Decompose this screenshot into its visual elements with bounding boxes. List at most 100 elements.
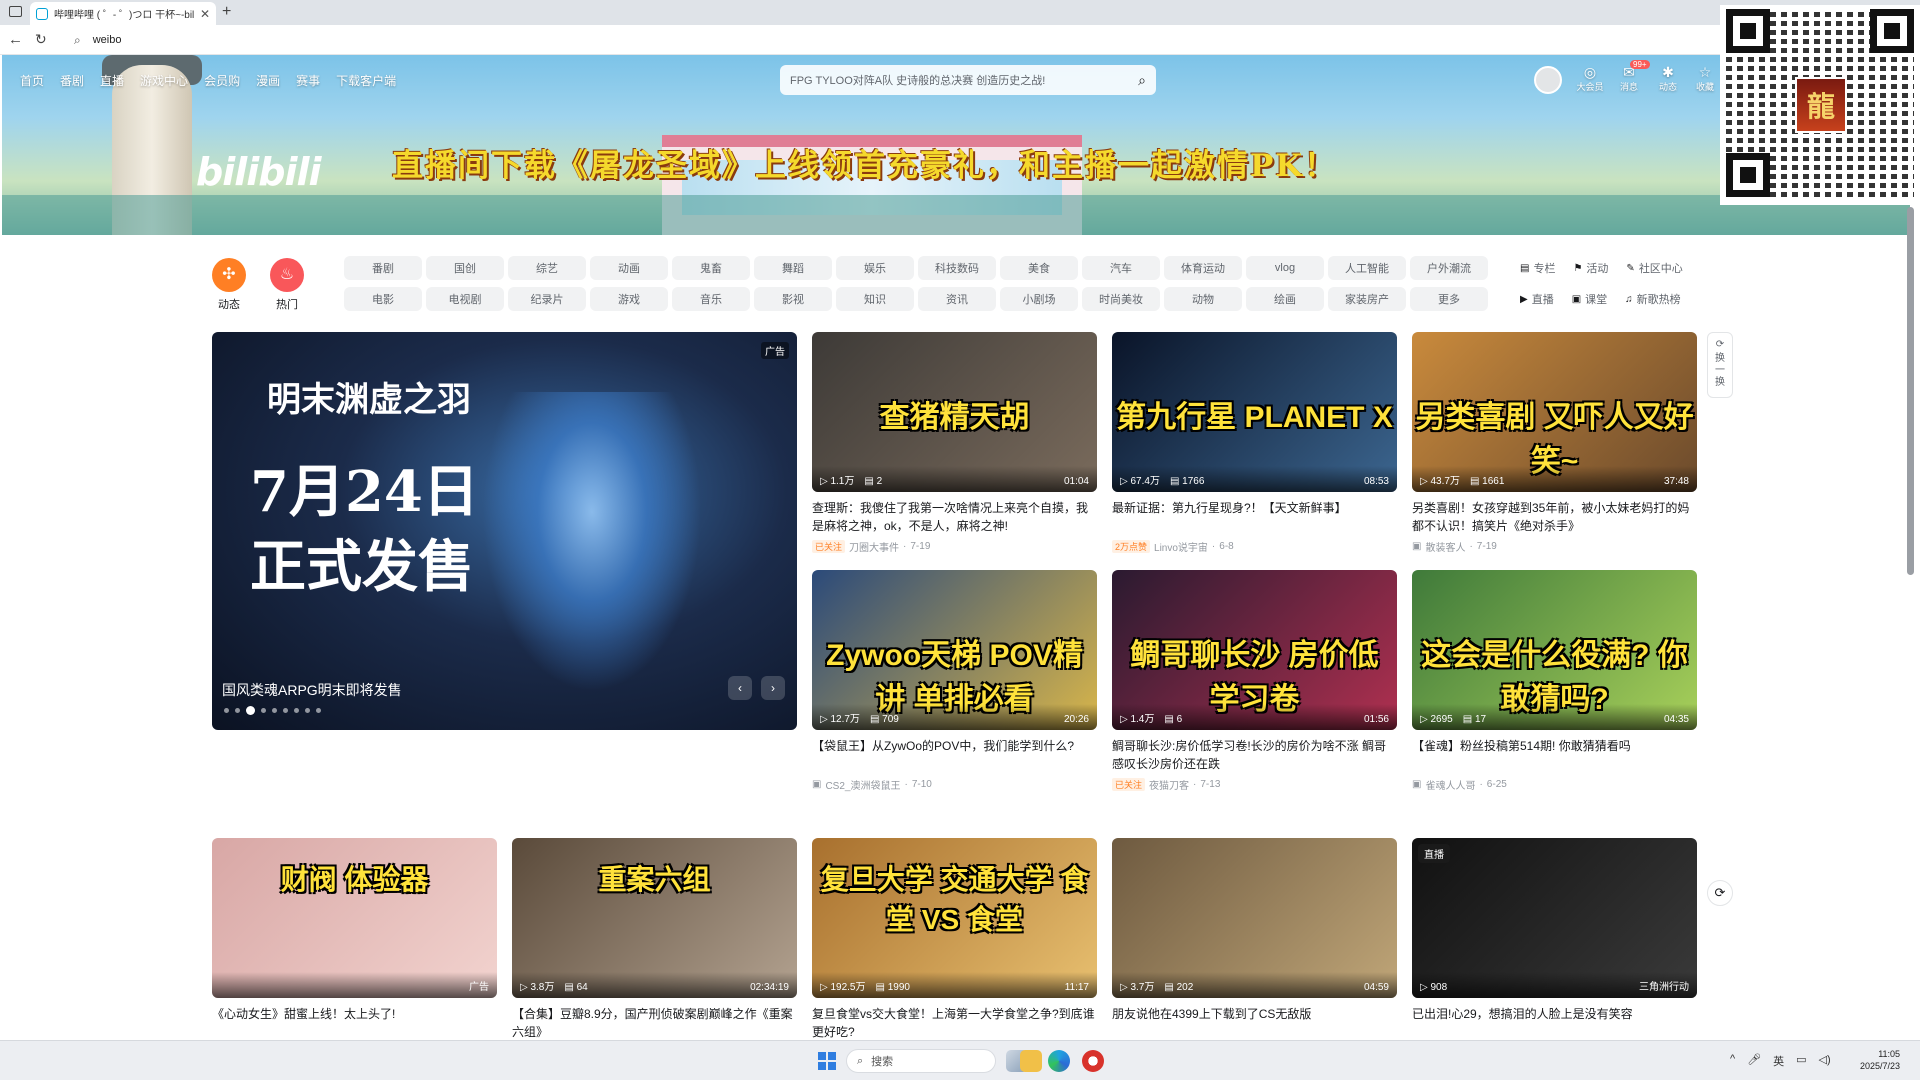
video-thumbnail[interactable]: ▷ 3.7万 ▤ 202 04:59 bbox=[1112, 838, 1397, 998]
network-icon[interactable]: ▭ bbox=[1796, 1053, 1806, 1069]
reload-icon[interactable]: ↻ bbox=[35, 31, 47, 48]
video-thumbnail[interactable]: 复旦大学 交通大学 食堂 VS 食堂 ▷ 192.5万 ▤ 1990 11:17 bbox=[812, 838, 1097, 998]
new-tab-icon[interactable]: + bbox=[222, 3, 231, 21]
nav-favorite[interactable]: ☆ 收藏 bbox=[1688, 64, 1722, 93]
channel-chip-row2-7[interactable]: 资讯 bbox=[918, 287, 996, 311]
video-title[interactable]: 朋友说他在4399上下载到了CS无敌版 bbox=[1112, 1005, 1397, 1041]
channel-chip-row2-0[interactable]: 电影 bbox=[344, 287, 422, 311]
windows-start-icon[interactable] bbox=[818, 1052, 836, 1070]
video-card[interactable]: 查猪精天胡 ▷ 1.1万 ▤ 2 01:04 查理斯：我傻住了我第一次啥情况上来… bbox=[812, 332, 1097, 554]
bilibili-logo[interactable]: bilibili bbox=[196, 150, 322, 194]
channel-chip-row1-11[interactable]: vlog bbox=[1246, 256, 1324, 280]
channel-chip-row2-6[interactable]: 知识 bbox=[836, 287, 914, 311]
nav-item-anime[interactable]: 番剧 bbox=[60, 72, 84, 89]
channel-chip-row2-9[interactable]: 时尚美妆 bbox=[1082, 287, 1160, 311]
video-author[interactable]: 刀圈大事件 bbox=[849, 539, 899, 554]
video-card[interactable]: 另类喜剧 又吓人又好笑~ ▷ 43.7万 ▤ 1661 37:48 另类喜剧！女… bbox=[1412, 332, 1697, 554]
microphone-icon[interactable]: 🎤︎ bbox=[1747, 1053, 1761, 1069]
nav-item-shop[interactable]: 会员购 bbox=[204, 72, 240, 89]
carousel-caption[interactable]: 国风类魂ARPG明末即将发售 bbox=[222, 680, 402, 700]
video-author[interactable]: 散装客人 bbox=[1425, 539, 1465, 554]
video-thumbnail[interactable]: 这会是什么役满? 你敢猜吗? ▷ 2695 ▤ 17 04:35 bbox=[1412, 570, 1697, 730]
video-title[interactable]: 《心动女生》甜蜜上线！太上头了! bbox=[212, 1005, 497, 1041]
video-card[interactable]: 鲷哥聊长沙 房价低 学习卷 ▷ 1.4万 ▤ 6 01:56 鲷哥聊长沙:房价低… bbox=[1112, 570, 1397, 792]
video-thumbnail[interactable]: 第九行星 PLANET X ▷ 67.4万 ▤ 1766 08:53 bbox=[1112, 332, 1397, 492]
side-link-live[interactable]: ▶ 直播 bbox=[1520, 291, 1554, 307]
channel-chip-row1-1[interactable]: 国创 bbox=[426, 256, 504, 280]
channel-chip-row1-7[interactable]: 科技数码 bbox=[918, 256, 996, 280]
file-explorer-icon[interactable] bbox=[1020, 1050, 1042, 1072]
channel-chip-row1-0[interactable]: 番剧 bbox=[344, 256, 422, 280]
carousel-dot[interactable] bbox=[246, 706, 255, 715]
channel-chip-row1-13[interactable]: 户外潮流 bbox=[1410, 256, 1488, 280]
app-icon[interactable] bbox=[1082, 1050, 1104, 1072]
nav-item-game-center[interactable]: 游戏中心 bbox=[140, 72, 188, 89]
video-card[interactable]: 复旦大学 交通大学 食堂 VS 食堂 ▷ 192.5万 ▤ 1990 11:17… bbox=[812, 838, 1097, 1041]
video-card[interactable]: ▷ 3.7万 ▤ 202 04:59 朋友说他在4399上下载到了CS无敌版 bbox=[1112, 838, 1397, 1041]
nav-item-live[interactable]: 直播 bbox=[100, 72, 124, 89]
banner-ad-text[interactable]: 直播间下载《屠龙圣域》上线领首充豪礼，和主播一起激情PK！ bbox=[392, 140, 1337, 185]
page-scrollbar[interactable] bbox=[1907, 207, 1914, 575]
video-title[interactable]: 复旦食堂vs交大食堂！上海第一大学食堂之争?到底谁更好吃? bbox=[812, 1005, 1097, 1041]
video-card[interactable]: 直播 ▷ 908 三角洲行动 已出泪!心29，想搞泪的人脸上是没有笑容 直播中 bbox=[1412, 838, 1697, 1060]
side-link-community[interactable]: ✎ 社区中心 bbox=[1626, 260, 1682, 276]
channel-chip-row1-3[interactable]: 动画 bbox=[590, 256, 668, 280]
video-thumbnail[interactable]: 查猪精天胡 ▷ 1.1万 ▤ 2 01:04 bbox=[812, 332, 1097, 492]
video-card[interactable]: 这会是什么役满? 你敢猜吗? ▷ 2695 ▤ 17 04:35 【雀魂】粉丝投… bbox=[1412, 570, 1697, 792]
video-title[interactable]: 鲷哥聊长沙:房价低学习卷!长沙的房价为啥不涨 鲷哥感叹长沙房价还在跌 bbox=[1112, 737, 1397, 773]
search-icon[interactable]: ⌕ bbox=[1138, 72, 1146, 89]
search-input[interactable]: FPG TYLOO对阵A队 史诗般的总决赛 创造历史之战! ⌕ bbox=[780, 65, 1156, 95]
taskbar-clock[interactable]: 11:05 2025/7/23 bbox=[1860, 1048, 1900, 1072]
carousel-dot[interactable] bbox=[316, 708, 321, 713]
channel-dynamic[interactable]: ✣ 动态 bbox=[211, 258, 247, 312]
video-title[interactable]: 【袋鼠王】从ZywOo的POV中，我们能学到什么? bbox=[812, 737, 1097, 773]
nav-item-match[interactable]: 赛事 bbox=[296, 72, 320, 89]
carousel-prev-button[interactable]: ‹ bbox=[728, 676, 752, 700]
nav-vip[interactable]: ◎ 大会员 bbox=[1573, 64, 1607, 93]
tray-overflow-icon[interactable]: ^ bbox=[1730, 1053, 1735, 1069]
video-thumbnail[interactable]: 另类喜剧 又吓人又好笑~ ▷ 43.7万 ▤ 1661 37:48 bbox=[1412, 332, 1697, 492]
video-author[interactable]: 夜猫刀客 bbox=[1149, 777, 1189, 792]
video-thumbnail[interactable]: Zywoo天梯 POV精讲 单排必看 ▷ 12.7万 ▤ 709 20:26 bbox=[812, 570, 1097, 730]
video-title[interactable]: 【雀魂】粉丝投稿第514期! 你敢猜猜看吗 bbox=[1412, 737, 1697, 773]
volume-icon[interactable]: ◁) bbox=[1819, 1053, 1831, 1069]
channel-chip-row1-10[interactable]: 体育运动 bbox=[1164, 256, 1242, 280]
side-link-music-chart[interactable]: ♫ 新歌热榜 bbox=[1625, 291, 1681, 307]
nav-item-home[interactable]: 首页 bbox=[20, 72, 44, 89]
channel-chip-row1-9[interactable]: 汽车 bbox=[1082, 256, 1160, 280]
back-to-top-icon[interactable]: ⟳ bbox=[1707, 880, 1733, 906]
browser-tab[interactable]: 哔哩哔哩 ( ゜- ゜)つロ 干杯~-bilibili ✕ bbox=[30, 2, 216, 25]
channel-chip-row2-3[interactable]: 游戏 bbox=[590, 287, 668, 311]
channel-chip-row1-6[interactable]: 娱乐 bbox=[836, 256, 914, 280]
video-thumbnail[interactable]: 重案六组 ▷ 3.8万 ▤ 64 02:34:19 bbox=[512, 838, 797, 998]
nav-item-manga[interactable]: 漫画 bbox=[256, 72, 280, 89]
video-card[interactable]: Zywoo天梯 POV精讲 单排必看 ▷ 12.7万 ▤ 709 20:26 【… bbox=[812, 570, 1097, 792]
input-language[interactable]: 英 bbox=[1773, 1053, 1784, 1069]
carousel-dot[interactable] bbox=[272, 708, 277, 713]
taskbar-search[interactable]: ⌕ 搜索 bbox=[846, 1049, 996, 1073]
close-tab-icon[interactable]: ✕ bbox=[200, 7, 210, 21]
refresh-button[interactable]: ⟳ 换一换 bbox=[1707, 332, 1733, 398]
video-title[interactable]: 已出泪!心29，想搞泪的人脸上是没有笑容 bbox=[1412, 1005, 1697, 1041]
channel-chip-row2-13[interactable]: 更多 bbox=[1410, 287, 1488, 311]
video-title[interactable]: 【合集】豆瓣8.9分，国产刑侦破案剧巅峰之作《重案六组》 bbox=[512, 1005, 797, 1041]
side-link-activity[interactable]: ⚑ 活动 bbox=[1573, 260, 1608, 276]
video-card[interactable]: 财阀 体验器 广告 《心动女生》甜蜜上线！太上头了! bbox=[212, 838, 497, 1041]
video-title[interactable]: 另类喜剧！女孩穿越到35年前，被小太妹老妈打的妈都不认识！搞笑片《绝对杀手》 bbox=[1412, 499, 1697, 535]
video-author[interactable]: CS2_澳洲袋鼠王 bbox=[825, 777, 900, 792]
side-link-class[interactable]: ▣ 课堂 bbox=[1572, 291, 1607, 307]
url-input[interactable]: ⌕ weibo bbox=[60, 29, 1380, 51]
video-card[interactable]: 第九行星 PLANET X ▷ 67.4万 ▤ 1766 08:53 最新证据：… bbox=[1112, 332, 1397, 554]
video-card[interactable]: 重案六组 ▷ 3.8万 ▤ 64 02:34:19 【合集】豆瓣8.9分，国产刑… bbox=[512, 838, 797, 1041]
channel-chip-row2-1[interactable]: 电视剧 bbox=[426, 287, 504, 311]
video-title[interactable]: 最新证据：第九行星现身?！【天文新鲜事】 bbox=[1112, 499, 1397, 535]
carousel-next-button[interactable]: › bbox=[761, 676, 785, 700]
carousel-dot[interactable] bbox=[235, 708, 240, 713]
carousel-dot[interactable] bbox=[224, 708, 229, 713]
channel-chip-row2-8[interactable]: 小剧场 bbox=[1000, 287, 1078, 311]
video-author[interactable]: Linvo说宇宙 bbox=[1154, 539, 1208, 554]
nav-item-download-client[interactable]: 下载客户端 bbox=[336, 72, 396, 89]
channel-chip-row2-4[interactable]: 音乐 bbox=[672, 287, 750, 311]
video-thumbnail[interactable]: 鲷哥聊长沙 房价低 学习卷 ▷ 1.4万 ▤ 6 01:56 bbox=[1112, 570, 1397, 730]
video-author[interactable]: 雀魂人人哥 bbox=[1425, 777, 1475, 792]
